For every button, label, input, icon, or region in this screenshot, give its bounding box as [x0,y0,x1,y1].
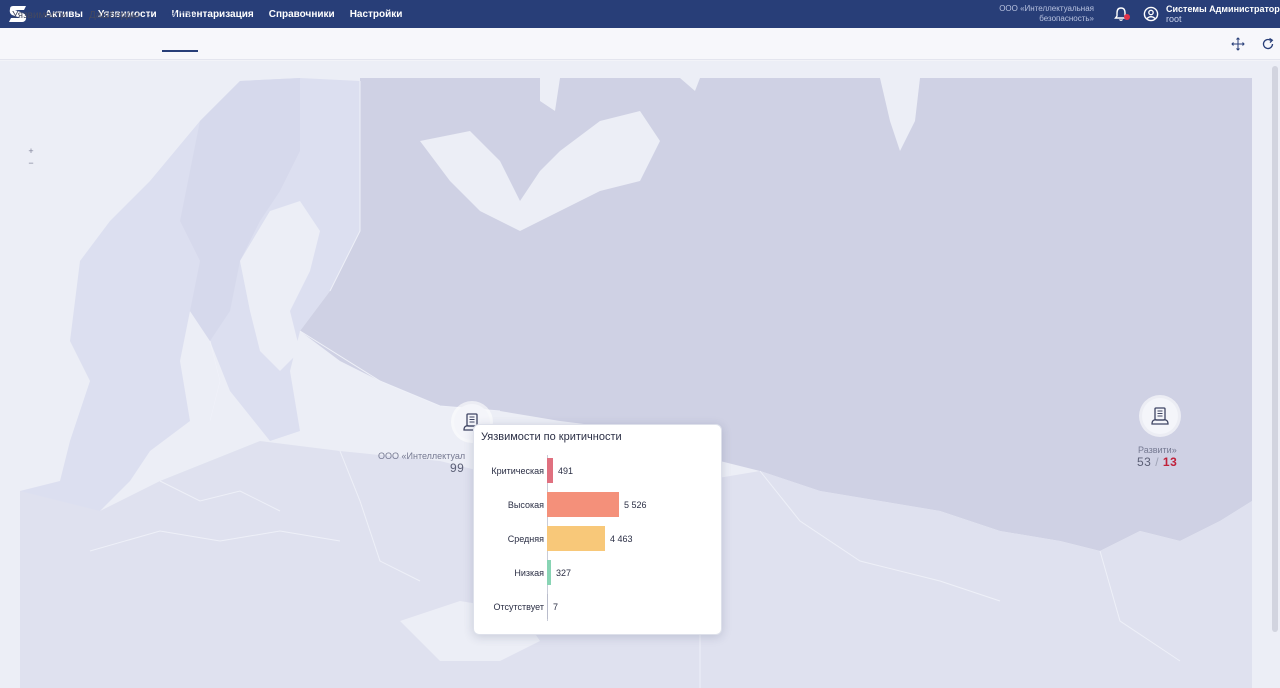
breadcrumb-separator: › [74,10,78,21]
user-menu[interactable]: Системы Администратор root [1166,4,1280,24]
breadcrumb-dashboards[interactable]: Дашборды [89,10,139,21]
marker-label-intsec: ООО «Интеллектуал [378,451,466,461]
severity-tooltip: Уязвимости по критичности Критическая 491… [473,424,722,635]
marker-label-razvitie: Развити» [1138,445,1177,455]
bar-value-label: 5 526 [624,500,647,510]
zoom-out-button[interactable]: − [26,157,36,169]
bar-label: Низкая [514,568,544,578]
bar-value-label: 327 [556,568,572,578]
tooltip-title: Уязвимости по критичности [481,431,622,443]
marker-critical-count: 13 [1162,455,1178,469]
nav-settings[interactable]: Настройки [350,9,403,20]
bar-label: Отсутствует [493,602,544,612]
bar-label: Критическая [491,466,544,476]
bar-value-label: 4 463 [610,534,633,544]
org-name-line2: безопасность» [1039,14,1094,23]
nav-references[interactable]: Справочники [269,9,335,20]
count-separator: / [1155,455,1160,469]
organization-selector[interactable]: ООО «Интеллектуальная безопасность» [968,4,1094,24]
page-scrollbar[interactable] [1272,66,1278,632]
map-marker-razvitie[interactable] [1142,398,1178,434]
building-docs-icon [1151,407,1169,425]
breadcrumb-bar [0,28,1280,60]
bar[interactable] [547,526,605,551]
bar-value-label: 491 [558,466,574,476]
bar-value-label: 7 [553,602,559,612]
marker-total-count: 99 [450,461,465,475]
active-tab-underline [162,50,198,52]
breadcrumb-separator: › [147,10,151,21]
user-name: Системы Администратор [1166,4,1280,14]
breadcrumb-map[interactable]: Карта [166,10,193,21]
marker-total-count: 53 [1137,455,1152,469]
user-login: root [1166,14,1182,24]
org-name-line1: ООО «Интеллектуальная [999,4,1094,13]
user-circle-icon[interactable] [1143,6,1159,22]
bar[interactable] [547,492,619,517]
zoom-in-button[interactable]: + [26,145,36,157]
notification-dot [1124,14,1130,20]
bar[interactable] [547,594,548,619]
bar-label: Средняя [507,534,544,544]
bar[interactable] [547,560,551,585]
refresh-icon[interactable] [1261,37,1275,51]
breadcrumb-vulnerabilities[interactable]: Уязвимости [12,10,66,21]
bar[interactable] [547,458,553,483]
marker-count-intsec: 99 [450,461,464,475]
marker-count-razvitie: 53 / 13 [1137,455,1177,469]
bar-label: Высокая [507,500,544,510]
move-icon[interactable] [1231,37,1245,51]
map-zoom-controls: + − [26,145,36,169]
